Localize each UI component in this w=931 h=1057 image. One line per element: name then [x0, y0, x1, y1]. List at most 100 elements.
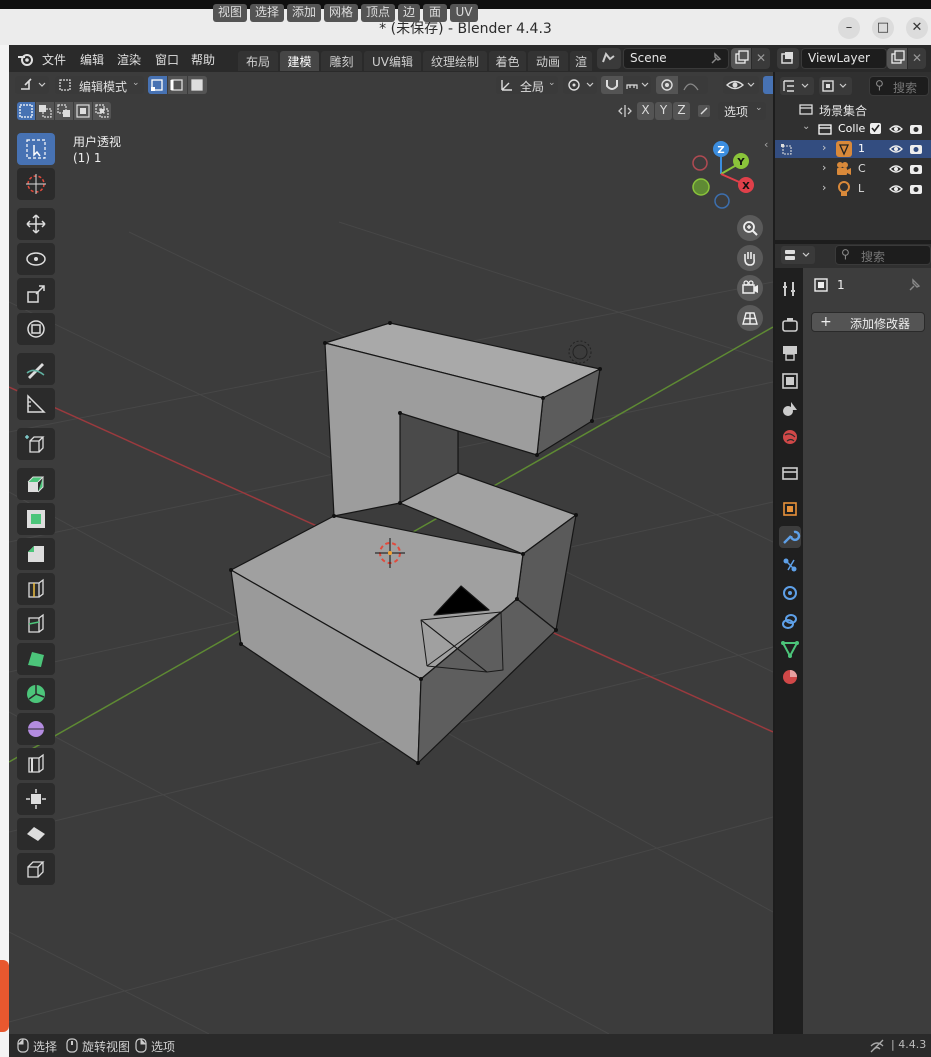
tool-shrink-fatten[interactable] — [17, 783, 55, 815]
select-subtract-button[interactable] — [55, 102, 73, 120]
tab-object-properties[interactable] — [779, 498, 801, 520]
3d-viewport[interactable]: 用户透视 (1) 1 Z Y X ‹ — [9, 72, 773, 1034]
mirror-x-toggle[interactable]: X — [637, 102, 654, 120]
overlay-toggle-button[interactable] — [763, 76, 773, 94]
tab-shading[interactable]: 着色 — [489, 51, 526, 71]
render-camera-icon[interactable] — [909, 182, 923, 195]
chevron-right-icon[interactable]: › — [822, 141, 826, 154]
add-modifier-button[interactable]: + 添加修改器 — [811, 312, 925, 332]
tab-layout[interactable]: 布局 — [238, 51, 278, 71]
camera-view-button[interactable] — [737, 275, 763, 301]
menu-help[interactable]: 帮助 — [191, 51, 215, 68]
visibility-dropdown[interactable] — [723, 76, 759, 94]
tab-data-properties[interactable] — [779, 638, 801, 660]
tab-modifier-properties[interactable] — [779, 526, 801, 548]
tab-texture-paint[interactable]: 纹理绘制 — [423, 51, 487, 71]
tool-measure[interactable] — [17, 388, 55, 420]
tab-material-properties[interactable] — [779, 666, 801, 688]
select-extend-button[interactable] — [36, 102, 54, 120]
blender-logo-icon[interactable] — [17, 51, 35, 67]
tab-collection-properties[interactable] — [779, 462, 801, 484]
pivot-point-dropdown[interactable] — [563, 76, 597, 94]
maximize-button[interactable]: □ — [872, 17, 894, 39]
select-invert-button[interactable] — [74, 102, 92, 120]
chevron-down-icon[interactable]: ⌄ — [802, 121, 810, 132]
editor-type-dropdown[interactable] — [15, 76, 49, 94]
tool-annotate[interactable] — [17, 353, 55, 385]
new-viewlayer-button[interactable] — [887, 48, 907, 69]
pan-view-button[interactable] — [737, 245, 763, 271]
edit-mode-toggle-icon[interactable] — [779, 142, 795, 156]
tab-uv-editing[interactable]: UV编辑 — [364, 51, 421, 71]
tool-rotate[interactable] — [17, 243, 55, 275]
outliner-search-input[interactable]: ⚲ 搜索 — [869, 76, 929, 96]
tab-output-properties[interactable] — [779, 342, 801, 364]
menu-vertex[interactable]: 顶点 — [361, 4, 395, 22]
menu-window[interactable]: 窗口 — [155, 51, 179, 68]
snap-toggle-button[interactable] — [601, 76, 623, 94]
tool-select-box[interactable] — [17, 133, 55, 165]
visibility-eye-icon[interactable] — [889, 183, 903, 195]
menu-add[interactable]: 添加 — [287, 4, 321, 22]
tab-rendering[interactable]: 渲 — [570, 51, 592, 71]
tab-physics-properties[interactable] — [779, 582, 801, 604]
mirror-z-toggle[interactable]: Z — [673, 102, 690, 120]
menu-file[interactable]: 文件 — [42, 51, 66, 68]
zoom-view-button[interactable] — [737, 215, 763, 241]
transform-orientation-dropdown[interactable]: 全局 ⌄ — [496, 76, 558, 94]
edge-select-mode-button[interactable] — [168, 76, 187, 94]
outliner-row-collection[interactable]: ⌄ Colle — [775, 120, 931, 138]
visibility-eye-icon[interactable] — [889, 123, 903, 135]
outliner-row-camera[interactable]: › C — [775, 160, 931, 178]
minimize-button[interactable]: – — [838, 17, 860, 39]
tool-bevel[interactable] — [17, 538, 55, 570]
scene-type-dropdown[interactable] — [597, 48, 621, 69]
tool-scale[interactable] — [17, 278, 55, 310]
menu-edge[interactable]: 边 — [398, 4, 420, 22]
falloff-dropdown[interactable] — [678, 76, 708, 94]
menu-render[interactable]: 渲染 — [117, 51, 141, 68]
visibility-eye-icon[interactable] — [889, 163, 903, 175]
menu-uv[interactable]: UV — [450, 4, 478, 22]
tool-extrude[interactable] — [17, 468, 55, 500]
tool-cursor[interactable] — [17, 168, 55, 200]
tool-knife[interactable] — [17, 608, 55, 640]
menu-face[interactable]: 面 — [423, 4, 447, 22]
menu-mesh[interactable]: 网格 — [324, 4, 358, 22]
viewlayer-name-field[interactable]: ViewLayer — [801, 48, 887, 69]
mode-dropdown[interactable]: 编辑模式 ⌄ — [55, 76, 144, 94]
face-select-mode-button[interactable] — [188, 76, 207, 94]
render-camera-icon[interactable] — [909, 122, 923, 135]
chevron-right-icon[interactable]: › — [822, 181, 826, 194]
tab-world-properties[interactable] — [779, 426, 801, 448]
tab-view-layer-properties[interactable] — [779, 370, 801, 392]
tab-sculpting[interactable]: 雕刻 — [321, 51, 362, 71]
tool-poly-build[interactable] — [17, 643, 55, 675]
display-mode-dropdown[interactable] — [819, 77, 852, 95]
snap-target-dropdown[interactable] — [623, 76, 651, 94]
tool-rip-region[interactable] — [17, 853, 55, 885]
pin-icon[interactable] — [709, 51, 723, 66]
delete-viewlayer-button[interactable]: ✕ — [908, 48, 926, 69]
mesh-object[interactable] — [230, 322, 601, 764]
viewlayer-dropdown[interactable] — [777, 48, 799, 69]
chevron-right-icon[interactable]: › — [822, 161, 826, 174]
pin-icon[interactable] — [907, 277, 923, 293]
tool-edge-slide[interactable] — [17, 748, 55, 780]
mirror-y-toggle[interactable]: Y — [655, 102, 672, 120]
tab-particles-properties[interactable] — [779, 554, 801, 576]
properties-editor-type-dropdown[interactable] — [781, 246, 815, 264]
close-button[interactable]: ✕ — [906, 17, 928, 39]
auto-merge-icon[interactable] — [696, 103, 712, 119]
tab-modeling[interactable]: 建模 — [280, 51, 319, 71]
checkbox-icon[interactable] — [869, 122, 882, 135]
select-new-button[interactable] — [17, 102, 35, 120]
vertex-select-mode-button[interactable] — [148, 76, 167, 94]
tool-shear[interactable] — [17, 818, 55, 850]
new-scene-button[interactable] — [731, 48, 751, 69]
delete-scene-button[interactable]: ✕ — [752, 48, 770, 69]
options-dropdown[interactable]: 选项 ⌄ — [718, 102, 766, 120]
select-intersect-button[interactable] — [93, 102, 111, 120]
menu-select[interactable]: 选择 — [250, 4, 284, 22]
tool-loop-cut[interactable] — [17, 573, 55, 605]
